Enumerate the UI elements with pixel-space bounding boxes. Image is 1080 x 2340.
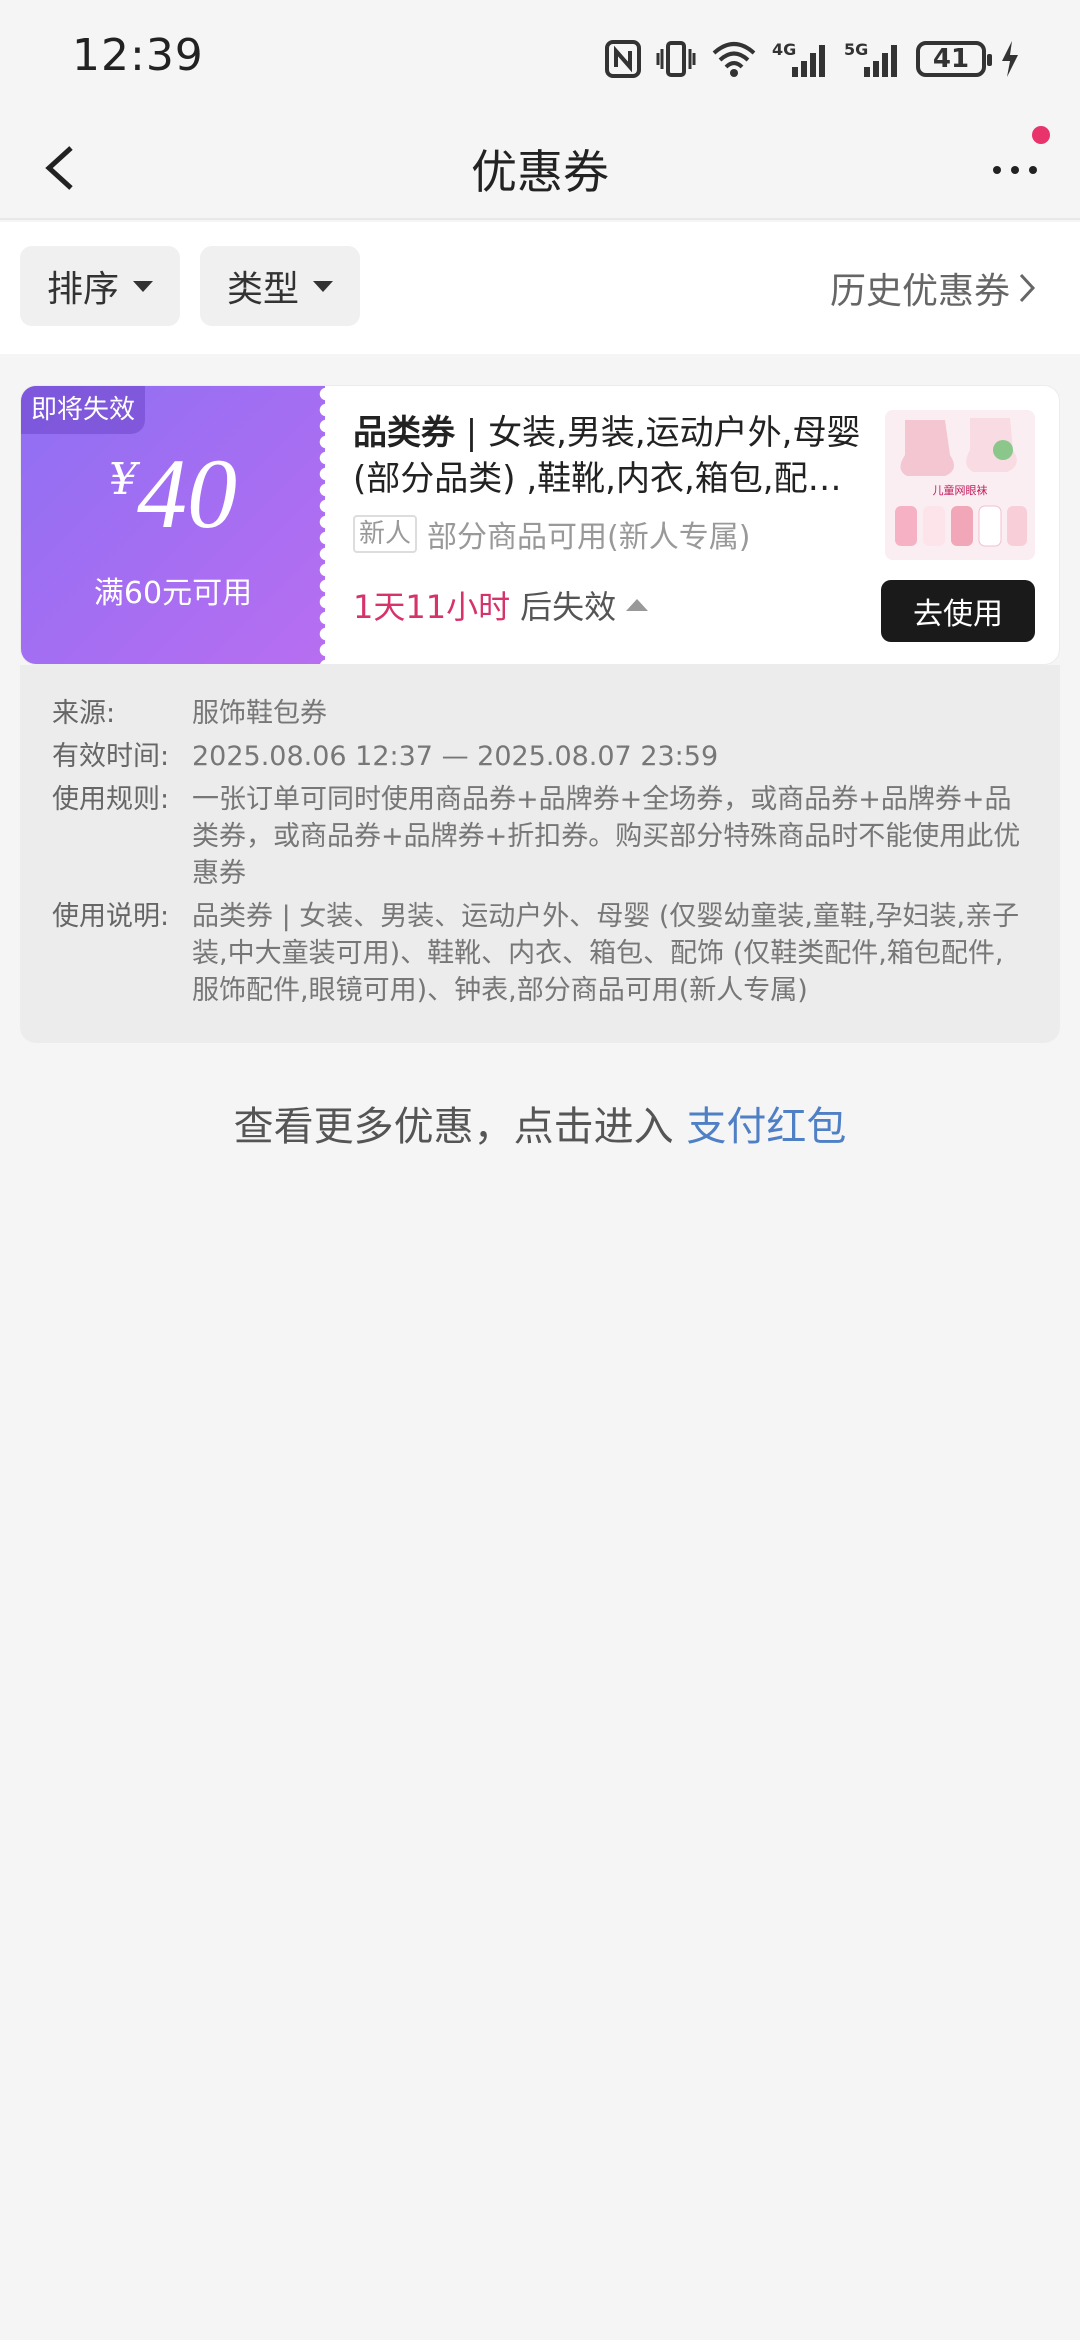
type-dropdown[interactable]: 类型 (200, 246, 360, 326)
coupon-title: 品类券 | 女装,男装,运动户外,母婴 (部分品类) ,鞋靴,内衣,箱包,配饰,… (353, 410, 873, 502)
detail-rules: 使用规则: 一张订单可同时使用商品券+品牌券+全场券，或商品券+品牌券+品类券，… (52, 781, 1030, 892)
status-icons: 4G 5G 41 (604, 34, 1020, 84)
currency-symbol: ¥ (109, 454, 137, 505)
source-value: 服饰鞋包券 (192, 698, 327, 729)
desc-label: 使用说明: (52, 901, 170, 932)
nfc-icon (604, 39, 642, 79)
wifi-icon (710, 39, 758, 79)
chevron-right-icon (1019, 273, 1036, 303)
red-packet-link[interactable]: 支付红包 (686, 1104, 846, 1150)
charging-icon (1000, 41, 1020, 77)
expire-countdown: 1天11小时 (353, 588, 511, 626)
net1-label: 4G (772, 40, 796, 59)
desc-value: 品类券 | 女装、男装、运动户外、母婴 (仅婴幼童装,童鞋,孕妇装,亲子装,中大… (192, 901, 1020, 1006)
page-title: 优惠券 (471, 145, 609, 199)
net2-label: 5G (844, 40, 868, 59)
product-caption: 儿童网眼袜 (933, 483, 988, 497)
amount-value: 40 (137, 438, 237, 549)
perforated-edge (314, 386, 326, 664)
caret-down-icon (133, 280, 153, 292)
detail-source: 来源: 服饰鞋包券 (52, 695, 1030, 732)
coupon-value-panel: 即将失效 ¥40 满60元可用 (21, 386, 326, 664)
status-time: 12:39 (72, 30, 204, 81)
valid-value: 2025.08.06 12:37 — 2025.08.07 23:59 (192, 741, 719, 772)
coupon-card[interactable]: 即将失效 ¥40 满60元可用 品类券 | 女装,男装,运动户外,母婴 (部分品… (20, 385, 1060, 665)
history-label: 历史优惠券 (829, 271, 1010, 312)
more-dots-icon (993, 166, 1037, 174)
coupon-tag-text: 部分商品可用(新人专属) (427, 520, 751, 555)
history-coupons-link[interactable]: 历史优惠券 (830, 262, 1036, 314)
status-bar: 12:39 4G 5G 41 (0, 0, 1080, 118)
caret-down-icon (313, 280, 333, 292)
product-thumbnail: 儿童网眼袜 (885, 410, 1035, 560)
coupon-info: 品类券 | 女装,男装,运动户外,母婴 (部分品类) ,鞋靴,内衣,箱包,配饰,… (353, 410, 873, 628)
coupon-tag-row: 新人 部分商品可用(新人专属) (353, 512, 873, 556)
detail-description: 使用说明: 品类券 | 女装、男装、运动户外、母婴 (仅婴幼童装,童鞋,孕妇装,… (52, 898, 1030, 1009)
more-button[interactable] (980, 140, 1050, 200)
more-offers-prefix: 查看更多优惠，点击进入 (233, 1104, 687, 1150)
source-label: 来源: (52, 698, 116, 729)
filter-bar: 排序 类型 历史优惠券 (0, 222, 1080, 354)
coupon-type: 品类券 (353, 413, 455, 453)
notification-dot (1032, 126, 1050, 144)
nav-header: 优惠券 (0, 118, 1080, 220)
coupon-details: 来源: 服饰鞋包券 有效时间: 2025.08.06 12:37 — 2025.… (20, 665, 1060, 1043)
rule-label: 使用规则: (52, 784, 170, 815)
expire-toggle[interactable]: 1天11小时 后失效 (353, 582, 873, 628)
expire-suffix: 后失效 (520, 588, 617, 626)
type-label: 类型 (226, 269, 299, 310)
battery-level: 41 (932, 44, 970, 74)
valid-label: 有效时间: (52, 741, 170, 772)
signal-5g-icon: 5G (844, 39, 902, 79)
detail-valid-time: 有效时间: 2025.08.06 12:37 — 2025.08.07 23:5… (52, 738, 1030, 775)
rule-value: 一张订单可同时使用商品券+品牌券+全场券，或商品券+品牌券+品类券，或商品券+品… (192, 784, 1021, 889)
vibrate-icon (656, 39, 696, 79)
more-offers: 查看更多优惠，点击进入 支付红包 (0, 1094, 1080, 1152)
sort-dropdown[interactable]: 排序 (20, 246, 180, 326)
battery-icon: 41 (916, 41, 992, 77)
use-coupon-button[interactable]: 去使用 (881, 580, 1035, 642)
caret-up-icon (626, 599, 649, 611)
new-user-tag: 新人 (353, 515, 418, 553)
coupon-condition: 满60元可用 (93, 576, 253, 611)
sort-label: 排序 (46, 269, 119, 310)
coupon-amount: ¥40 (21, 444, 325, 544)
signal-4g-icon: 4G (772, 39, 830, 79)
expiring-badge: 即将失效 (21, 386, 146, 434)
